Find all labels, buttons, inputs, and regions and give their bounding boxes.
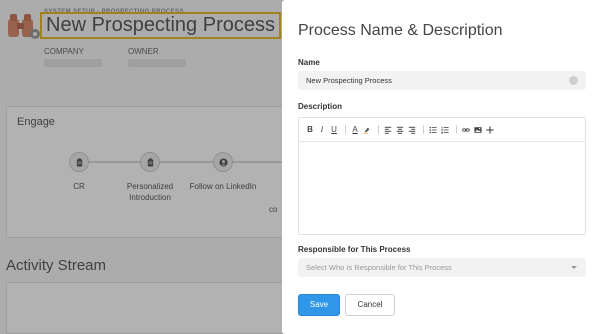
toolbar-divider	[345, 125, 346, 134]
responsible-select[interactable]: Select Who Is Responsible for This Proce…	[298, 258, 586, 277]
modal-title: Process Name & Description	[298, 22, 503, 39]
underline-button[interactable]: U	[329, 124, 339, 136]
align-left-icon[interactable]	[383, 124, 393, 136]
plus-icon[interactable]	[485, 124, 495, 136]
responsible-label: Responsible for This Process	[298, 245, 411, 254]
save-button[interactable]: Save	[298, 294, 340, 316]
link-icon[interactable]	[461, 124, 471, 136]
editor-toolbar: B I U A	[299, 118, 585, 142]
caret-down-icon	[571, 266, 577, 269]
cancel-button[interactable]: Cancel	[345, 294, 395, 316]
name-input-value: New Prospecting Process	[306, 76, 392, 85]
name-input[interactable]: New Prospecting Process	[298, 71, 586, 90]
image-icon[interactable]	[473, 124, 483, 136]
numbered-list-icon[interactable]	[440, 124, 450, 136]
toolbar-divider	[423, 125, 424, 134]
align-center-icon[interactable]	[395, 124, 405, 136]
align-right-icon[interactable]	[407, 124, 417, 136]
name-label: Name	[298, 58, 320, 67]
description-label: Description	[298, 102, 343, 111]
font-color-button[interactable]: A	[350, 124, 360, 136]
toolbar-divider	[378, 125, 379, 134]
bold-button[interactable]: B	[305, 124, 315, 136]
responsible-placeholder: Select Who Is Responsible for This Proce…	[306, 263, 452, 272]
bullet-list-icon[interactable]	[428, 124, 438, 136]
status-dot-icon	[569, 76, 578, 85]
process-details-modal: Process Name & Description Name New Pros…	[282, 0, 600, 334]
toolbar-divider	[456, 125, 457, 134]
highlight-icon[interactable]	[362, 124, 372, 136]
description-editor[interactable]: B I U A	[298, 117, 586, 235]
italic-button[interactable]: I	[317, 124, 327, 136]
